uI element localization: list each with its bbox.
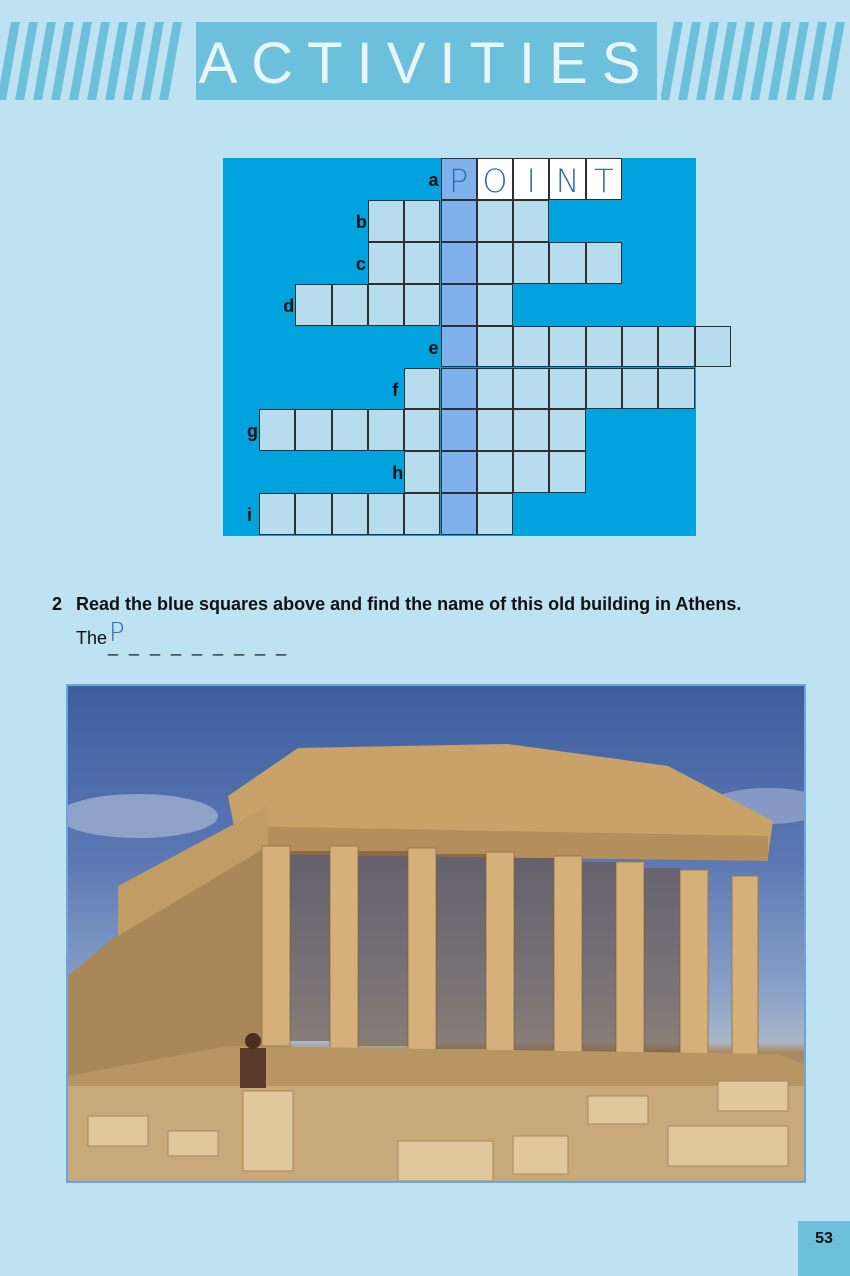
crossword-cell[interactable] xyxy=(476,409,514,452)
page-title: ACTIVITIES xyxy=(198,31,655,96)
answer-blanks[interactable]: _ _ _ _ _ _ _ _ _ xyxy=(108,636,289,657)
crossword-cell[interactable] xyxy=(585,241,622,284)
crossword-cell[interactable] xyxy=(367,283,405,326)
banner-stripes-right xyxy=(661,22,850,100)
crossword-cell[interactable] xyxy=(585,325,622,368)
crossword-cell[interactable] xyxy=(440,367,477,410)
clue-label-c: c xyxy=(355,253,366,274)
crossword-cell[interactable] xyxy=(295,283,332,326)
clue-label-g: g xyxy=(247,421,258,442)
parthenon-photo xyxy=(66,684,806,1183)
crossword-cell[interactable] xyxy=(331,283,368,326)
crossword-cell[interactable] xyxy=(476,283,514,326)
page-number-box: 53 xyxy=(798,1221,850,1276)
crossword-cell[interactable] xyxy=(440,451,477,494)
page-number: 53 xyxy=(815,1230,833,1247)
clue-label-b: b xyxy=(355,211,367,232)
crossword-cell[interactable] xyxy=(476,451,514,494)
clue-label-i: i xyxy=(247,505,253,526)
crossword-cell[interactable] xyxy=(404,493,441,536)
crossword-cell[interactable] xyxy=(331,409,368,452)
crossword-cell[interactable] xyxy=(440,199,477,242)
crossword-cell[interactable] xyxy=(658,367,695,410)
crossword-cell[interactable] xyxy=(585,367,622,410)
clue-label-h: h xyxy=(392,463,404,484)
crossword-cell[interactable] xyxy=(476,199,514,242)
crossword-cell[interactable] xyxy=(331,493,368,536)
crossword-cell[interactable] xyxy=(513,451,550,494)
clue-label-e: e xyxy=(428,337,439,358)
crossword-cell[interactable] xyxy=(549,367,586,410)
crossword-cell[interactable] xyxy=(440,241,477,284)
crossword-cell[interactable]: N xyxy=(549,158,586,200)
clue-label-d: d xyxy=(283,295,295,316)
crossword-cell[interactable] xyxy=(658,325,695,368)
crossword-cell[interactable] xyxy=(476,493,514,536)
crossword-cell[interactable]: I xyxy=(513,158,550,200)
crossword-cell[interactable] xyxy=(513,325,550,368)
activities-banner: ACTIVITIES xyxy=(0,22,850,100)
handwritten-letter: I xyxy=(526,162,536,200)
crossword-cell[interactable] xyxy=(404,367,441,410)
clue-label-f: f xyxy=(392,379,399,400)
crossword-cell[interactable] xyxy=(549,241,586,284)
crossword-cell[interactable] xyxy=(367,409,405,452)
crossword-cell[interactable] xyxy=(440,409,477,452)
banner-stripes-left xyxy=(0,22,186,100)
crossword-cell[interactable] xyxy=(440,283,477,326)
handwritten-letter: O xyxy=(482,162,508,200)
handwritten-letter: N xyxy=(555,162,580,200)
handwritten-letter: T xyxy=(594,162,614,200)
crossword-cell[interactable] xyxy=(694,325,731,368)
crossword-cell[interactable]: O xyxy=(476,158,514,200)
crossword-cell[interactable]: T xyxy=(585,158,622,200)
crossword-cell[interactable] xyxy=(549,451,586,494)
crossword-cell[interactable] xyxy=(404,199,441,242)
crossword-cell[interactable] xyxy=(513,199,550,242)
crossword-cell[interactable] xyxy=(367,493,405,536)
clue-label-a: a xyxy=(428,170,439,190)
crossword-cell[interactable] xyxy=(404,409,441,452)
crossword-cell[interactable] xyxy=(367,241,405,284)
crossword-cell[interactable] xyxy=(404,451,441,494)
crossword-cell[interactable] xyxy=(259,493,296,536)
crossword-cell[interactable] xyxy=(622,325,659,368)
crossword-cell[interactable] xyxy=(476,367,514,410)
crossword-cell[interactable] xyxy=(622,367,659,410)
crossword-cell[interactable] xyxy=(295,409,332,452)
crossword-cell[interactable] xyxy=(513,367,550,410)
crossword-cell[interactable] xyxy=(259,409,296,452)
crossword-cell[interactable] xyxy=(404,241,441,284)
question-text: Read the blue squares above and find the… xyxy=(76,594,742,614)
question-number: 2 xyxy=(52,594,63,614)
answer-prefix: The xyxy=(76,628,108,648)
crossword-cell[interactable] xyxy=(513,409,550,452)
crossword-cell[interactable] xyxy=(476,325,514,368)
crossword-cell[interactable] xyxy=(513,241,550,284)
banner-title-box: ACTIVITIES xyxy=(196,22,657,100)
crossword-cell[interactable] xyxy=(295,493,332,536)
crossword-cell[interactable] xyxy=(367,199,405,242)
handwritten-letter: P xyxy=(449,162,469,200)
crossword-cell[interactable] xyxy=(549,325,586,368)
crossword-cell[interactable]: P xyxy=(440,158,477,200)
crossword-cell[interactable] xyxy=(549,409,586,452)
crossword-cell[interactable] xyxy=(476,241,514,284)
crossword-cell[interactable] xyxy=(404,283,441,326)
crossword-cell[interactable] xyxy=(440,325,477,368)
crossword-cell[interactable] xyxy=(440,493,477,536)
